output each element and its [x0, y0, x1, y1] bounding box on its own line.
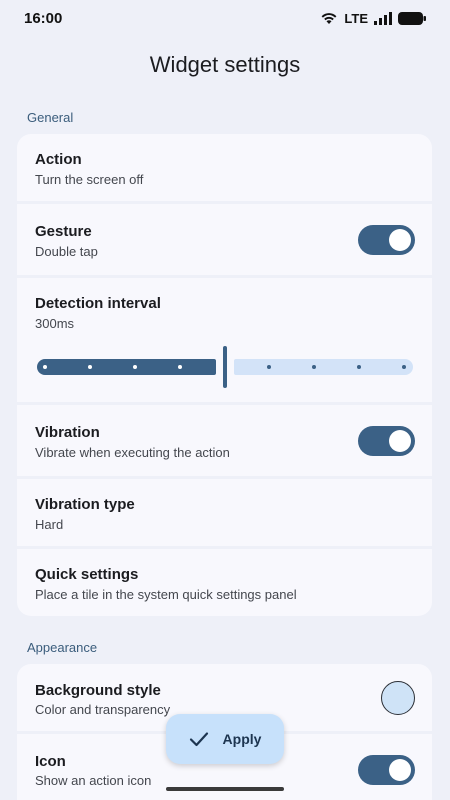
row-subtitle: Double tap: [35, 244, 98, 259]
apply-button[interactable]: Apply: [166, 714, 284, 764]
slider-active-track[interactable]: [37, 359, 216, 375]
gesture-toggle[interactable]: [358, 225, 415, 255]
row-subtitle: Show an action icon: [35, 773, 152, 788]
slider-inactive-track[interactable]: [234, 359, 413, 375]
detection-interval-slider-thumb[interactable]: [223, 346, 227, 388]
status-icons: LTE: [320, 11, 426, 26]
row-title: Vibration: [35, 424, 100, 441]
slider-tick: [43, 365, 47, 369]
home-indicator[interactable]: [166, 787, 284, 791]
row-subtitle: Color and transparency: [35, 702, 171, 717]
slider-tick: [312, 365, 316, 369]
row-subtitle: Place a tile in the system quick setting…: [35, 587, 297, 602]
setting-row-vibration-type[interactable]: Vibration type Hard: [17, 479, 432, 546]
signal-icon: [374, 11, 392, 25]
toggle-knob: [389, 430, 411, 452]
vibration-toggle[interactable]: [358, 426, 415, 456]
background-color-swatch[interactable]: [381, 681, 415, 715]
page-title: Widget settings: [149, 52, 301, 77]
toggle-knob: [389, 229, 411, 251]
row-subtitle: Vibrate when executing the action: [35, 445, 230, 460]
slider-tick: [133, 365, 137, 369]
row-title: Background style: [35, 682, 161, 699]
icon-toggle[interactable]: [358, 755, 415, 785]
row-title: Detection interval: [35, 295, 161, 312]
status-time: 16:00: [24, 9, 63, 27]
setting-row-gesture[interactable]: Gesture Double tap: [17, 204, 432, 275]
setting-row-quick-settings[interactable]: Quick settings Place a tile in the syste…: [17, 549, 432, 616]
slider-tick: [88, 365, 92, 369]
slider-tick: [178, 365, 182, 369]
row-title: Quick settings: [35, 566, 139, 583]
setting-row-action[interactable]: Action Turn the screen off: [17, 134, 432, 201]
section-header-general: General: [27, 110, 74, 125]
row-subtitle: Turn the screen off: [35, 172, 144, 187]
row-title: Icon: [35, 753, 66, 770]
row-subtitle: 300ms: [35, 316, 75, 331]
wifi-icon: [322, 13, 337, 24]
slider-tick: [267, 365, 271, 369]
status-bar: 16:00 LTE: [0, 0, 450, 36]
row-title: Vibration type: [35, 496, 135, 513]
setting-row-vibration[interactable]: Vibration Vibrate when executing the act…: [17, 405, 432, 476]
battery-icon: [398, 11, 426, 25]
check-icon: [189, 732, 208, 747]
section-header-appearance: Appearance: [27, 640, 98, 655]
network-type: LTE: [344, 10, 368, 26]
toggle-knob: [389, 759, 411, 781]
slider-tick: [357, 365, 361, 369]
row-title: Gesture: [35, 223, 92, 240]
row-subtitle: Hard: [35, 517, 64, 532]
row-title: Action: [35, 151, 82, 168]
slider-tick: [402, 365, 406, 369]
apply-label: Apply: [222, 731, 262, 747]
